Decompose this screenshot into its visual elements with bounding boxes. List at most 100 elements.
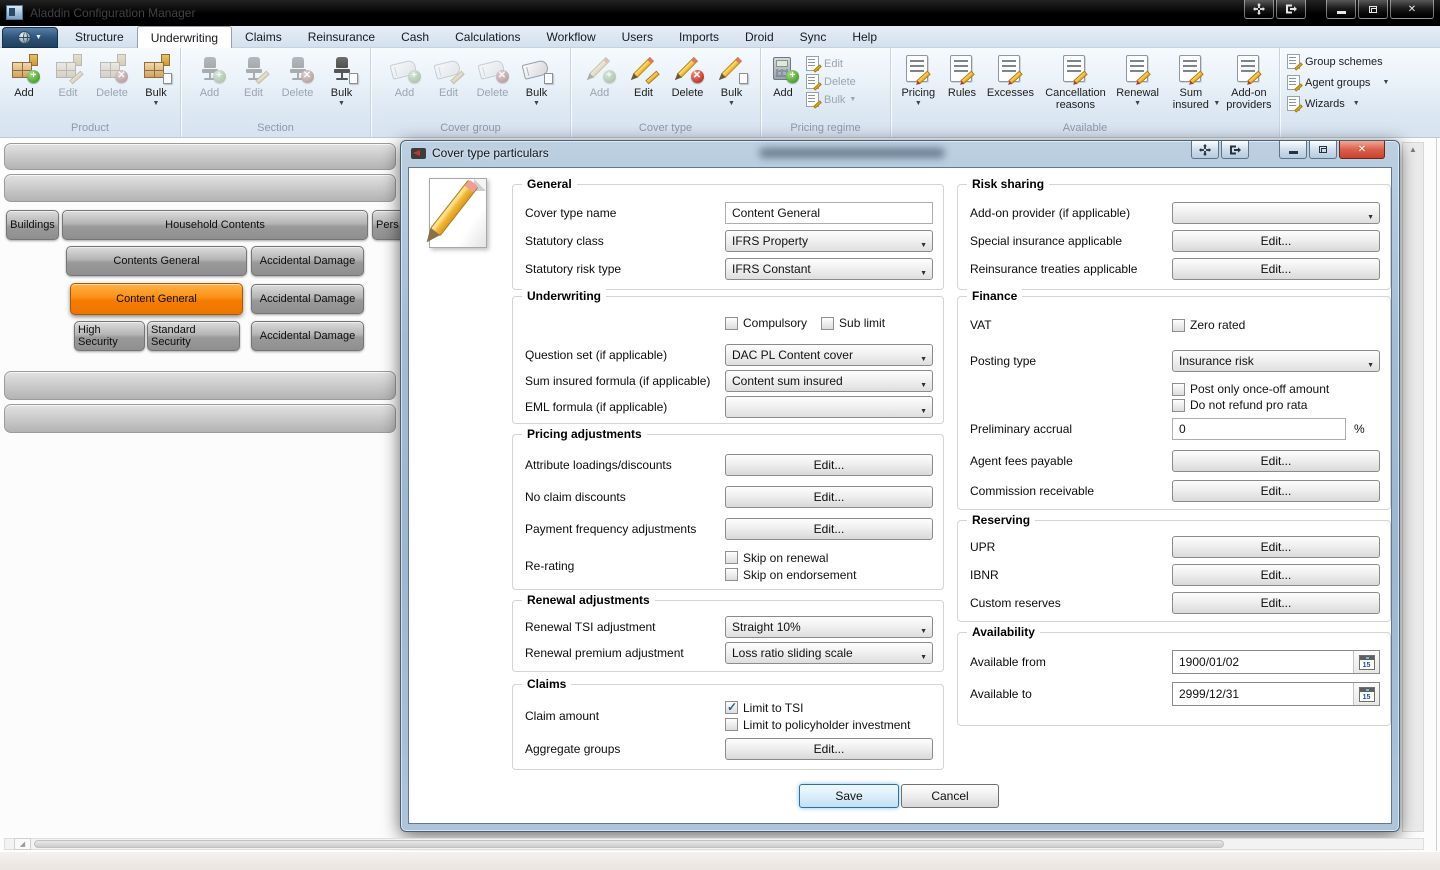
- cover-group-edit-button[interactable]: Edit: [427, 53, 471, 107]
- section-edit-button[interactable]: Edit: [232, 53, 276, 107]
- cover-button-standard-security[interactable]: Standard Security: [147, 321, 240, 351]
- window-close-button[interactable]: ✕: [1390, 0, 1434, 19]
- add-on-provider-select[interactable]: [1172, 202, 1380, 224]
- scrollbar-corner-box[interactable]: ◢: [14, 838, 31, 850]
- product-edit-button[interactable]: Edit: [46, 53, 90, 107]
- tab-droid[interactable]: Droid: [732, 26, 787, 48]
- reinsurance-treaties-edit-button[interactable]: Edit...: [1172, 258, 1380, 280]
- payment-frequency-edit-button[interactable]: Edit...: [725, 518, 933, 540]
- pricing-regime-edit-button[interactable]: Edit: [805, 56, 856, 71]
- cancel-button[interactable]: Cancel: [901, 784, 999, 808]
- dialog-close-button[interactable]: ✕: [1339, 141, 1385, 159]
- pricing-regime-delete-button[interactable]: Delete: [805, 74, 856, 89]
- tab-help[interactable]: Help: [839, 26, 890, 48]
- cover-group-delete-button[interactable]: ✕ Delete: [471, 53, 515, 107]
- section-button-accidental-damage[interactable]: Accidental Damage: [251, 246, 364, 276]
- section-button-contents-general[interactable]: Contents General: [66, 246, 247, 276]
- wizards-button[interactable]: Wizards▼: [1286, 96, 1440, 111]
- cover-button-accidental-damage[interactable]: Accidental Damage: [251, 284, 364, 314]
- eml-formula-select[interactable]: [725, 396, 933, 418]
- tab-underwriting[interactable]: Underwriting: [137, 26, 232, 48]
- skip-on-endorsement-checkbox[interactable]: [725, 568, 738, 581]
- limit-to-policyholder-checkbox[interactable]: [725, 718, 738, 731]
- save-button[interactable]: Save: [799, 784, 899, 808]
- limit-to-tsi-checkbox[interactable]: [725, 701, 738, 714]
- special-insurance-edit-button[interactable]: Edit...: [1172, 230, 1380, 252]
- tab-claims[interactable]: Claims: [232, 26, 295, 48]
- dialog-minimize-button[interactable]: [1279, 141, 1307, 159]
- cover-type-name-input[interactable]: Content General: [725, 202, 933, 224]
- dialog-dock-button[interactable]: [1221, 141, 1249, 159]
- section-add-button[interactable]: + Add: [188, 53, 232, 107]
- cover-type-add-button[interactable]: + Add: [578, 53, 622, 107]
- no-refund-pro-rata-checkbox[interactable]: [1172, 399, 1185, 412]
- aggregate-groups-edit-button[interactable]: Edit...: [725, 738, 933, 760]
- available-from-datepicker[interactable]: 1900/01/02 15: [1172, 650, 1380, 674]
- cover-group-bulk-button[interactable]: Bulk▼: [515, 53, 559, 107]
- upr-edit-button[interactable]: Edit...: [1172, 536, 1380, 558]
- section-bulk-button[interactable]: Bulk▼: [320, 53, 364, 107]
- sum-insured-formula-select[interactable]: Content sum insured: [725, 370, 933, 392]
- calendar-button[interactable]: 15: [1353, 651, 1379, 673]
- scroll-up-icon[interactable]: ▲: [1403, 145, 1423, 154]
- cover-button-high-security[interactable]: High Security: [74, 321, 145, 351]
- skip-on-renewal-checkbox[interactable]: [725, 551, 738, 564]
- cover-button-accidental-damage-2[interactable]: Accidental Damage: [251, 321, 364, 351]
- compulsory-checkbox[interactable]: [725, 317, 738, 330]
- pricing-regime-bulk-button[interactable]: Bulk▼: [805, 92, 856, 107]
- question-set-select[interactable]: DAC PL Content cover: [725, 344, 933, 366]
- available-renewal-button[interactable]: Renewal▼: [1112, 53, 1162, 111]
- dialog-move-button[interactable]: [1191, 141, 1219, 159]
- available-excesses-button[interactable]: Excesses: [982, 53, 1038, 111]
- horizontal-scrollbar-thumb[interactable]: [34, 840, 1224, 848]
- tab-calculations[interactable]: Calculations: [442, 26, 533, 48]
- no-claim-discounts-edit-button[interactable]: Edit...: [725, 486, 933, 508]
- available-pricing-button[interactable]: Pricing▼: [895, 53, 942, 111]
- tab-sync[interactable]: Sync: [787, 26, 840, 48]
- cover-type-edit-button[interactable]: Edit: [622, 53, 666, 107]
- available-sum-insured-button[interactable]: Sum insured▼: [1163, 53, 1219, 111]
- product-bulk-button[interactable]: Bulk▼: [134, 53, 178, 107]
- window-minimize-button[interactable]: [1326, 0, 1356, 19]
- available-to-datepicker[interactable]: 2999/12/31 15: [1172, 682, 1380, 706]
- posting-type-select[interactable]: Insurance risk: [1172, 350, 1380, 372]
- agent-fees-edit-button[interactable]: Edit...: [1172, 450, 1380, 472]
- window-move-button[interactable]: [1244, 0, 1274, 19]
- window-dock-button[interactable]: [1276, 0, 1306, 19]
- preliminary-accrual-input[interactable]: 0: [1172, 418, 1346, 440]
- tab-structure[interactable]: Structure: [62, 26, 137, 48]
- product-button-buildings[interactable]: Buildings: [6, 210, 59, 240]
- calendar-button[interactable]: 15: [1353, 683, 1379, 705]
- sub-limit-checkbox[interactable]: [821, 317, 834, 330]
- tab-users[interactable]: Users: [609, 26, 666, 48]
- cover-group-add-button[interactable]: + Add: [383, 53, 427, 107]
- tab-workflow[interactable]: Workflow: [533, 26, 608, 48]
- custom-reserves-edit-button[interactable]: Edit...: [1172, 592, 1380, 614]
- product-add-button[interactable]: + Add: [2, 53, 46, 107]
- dialog-restore-button[interactable]: [1309, 141, 1337, 159]
- statutory-class-select[interactable]: IFRS Property: [725, 230, 933, 252]
- vertical-scrollbar[interactable]: ▲: [1402, 142, 1424, 832]
- tab-cash[interactable]: Cash: [388, 26, 442, 48]
- commission-receivable-edit-button[interactable]: Edit...: [1172, 480, 1380, 502]
- group-schemes-button[interactable]: Group schemes: [1286, 54, 1440, 69]
- tab-imports[interactable]: Imports: [666, 26, 732, 48]
- cover-type-bulk-button[interactable]: Bulk▼: [710, 53, 754, 107]
- tab-reinsurance[interactable]: Reinsurance: [295, 26, 388, 48]
- pricing-regime-add-button[interactable]: + Add: [761, 53, 805, 107]
- renewal-tsi-select[interactable]: Straight 10%: [725, 616, 933, 638]
- product-button-household-contents[interactable]: Household Contents: [62, 210, 368, 240]
- application-menu-button[interactable]: ▼: [2, 27, 58, 48]
- renewal-premium-select[interactable]: Loss ratio sliding scale: [725, 642, 933, 664]
- agent-groups-button[interactable]: Agent groups▼: [1286, 75, 1440, 90]
- section-delete-button[interactable]: ✕ Delete: [276, 53, 320, 107]
- available-add-on-providers-button[interactable]: Add-on providers: [1219, 53, 1279, 111]
- zero-rated-checkbox[interactable]: [1172, 319, 1185, 332]
- available-rules-button[interactable]: Rules: [942, 53, 983, 111]
- available-cancellation-reasons-button[interactable]: Cancellation reasons: [1039, 53, 1113, 111]
- window-restore-button[interactable]: [1358, 0, 1388, 19]
- statutory-risk-type-select[interactable]: IFRS Constant: [725, 258, 933, 280]
- cover-button-content-general-selected[interactable]: Content General: [70, 283, 243, 315]
- attribute-loadings-edit-button[interactable]: Edit...: [725, 454, 933, 476]
- product-delete-button[interactable]: ✕ Delete: [90, 53, 134, 107]
